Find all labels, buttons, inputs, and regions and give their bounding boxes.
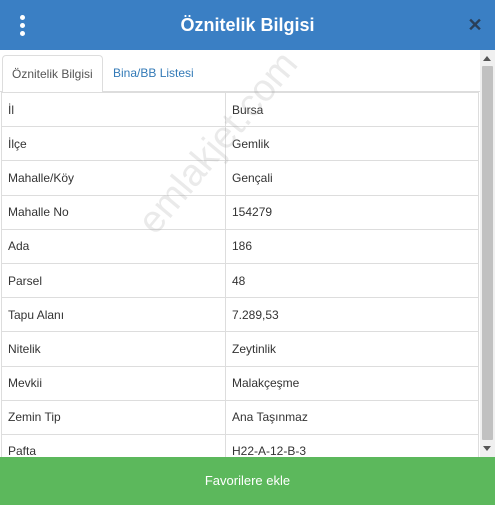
attribute-key: Parsel xyxy=(1,262,226,299)
attribute-value: Ana Taşınmaz xyxy=(225,399,479,435)
attribute-key: Nitelik xyxy=(1,331,226,367)
attribute-value: H22-A-12-B-3 xyxy=(225,433,479,457)
table-row: Ada 186 xyxy=(1,228,479,264)
attribute-key: Ada xyxy=(1,228,226,264)
vertical-dots-icon[interactable] xyxy=(10,12,34,38)
tab-bar: Öznitelik Bilgisi Bina/BB Listesi xyxy=(0,50,495,93)
scroll-down-icon[interactable] xyxy=(483,446,491,451)
table-row: Tapu Alanı 7.289,53 xyxy=(1,297,479,333)
menu-dot xyxy=(19,14,25,20)
attribute-key: Mevkii xyxy=(1,365,226,401)
attribute-value: Zeytinlik xyxy=(225,331,479,367)
menu-dot xyxy=(19,30,25,36)
tab-attribute-info[interactable]: Öznitelik Bilgisi xyxy=(2,55,103,93)
table-row: İl Bursa xyxy=(1,92,479,128)
table-row: Nitelik Zeytinlik xyxy=(1,331,479,367)
attribute-value: Gençali xyxy=(225,160,479,196)
table-row: Zemin Tip Ana Taşınmaz xyxy=(1,399,479,435)
attribute-value: Malakçeşme xyxy=(225,365,479,401)
attribute-key: Pafta xyxy=(1,433,226,457)
attribute-info-window: Öznitelik Bilgisi ✕ Öznitelik Bilgisi Bi… xyxy=(0,0,495,505)
tab-building-list[interactable]: Bina/BB Listesi xyxy=(104,55,203,93)
window-title: Öznitelik Bilgisi xyxy=(180,15,315,35)
attribute-key: Zemin Tip xyxy=(1,399,226,435)
table-row: Parsel 48 xyxy=(1,262,479,299)
table-row: Mevkii Malakçeşme xyxy=(1,365,479,401)
attribute-value: 154279 xyxy=(225,194,479,230)
table-row: Mahalle No 154279 xyxy=(1,194,479,230)
vertical-scrollbar[interactable] xyxy=(480,50,495,457)
table-row: Pafta H22-A-12-B-3 xyxy=(1,433,479,457)
attribute-value: Gemlik xyxy=(225,126,479,162)
menu-dot xyxy=(19,22,25,28)
attribute-panel: İl Bursa İlçe Gemlik Mahalle/Köy Gençali… xyxy=(0,92,495,457)
attribute-value: 48 xyxy=(225,262,479,299)
scroll-up-icon[interactable] xyxy=(483,56,491,61)
table-row: Mahalle/Köy Gençali xyxy=(1,160,479,196)
close-icon[interactable]: ✕ xyxy=(465,14,485,36)
attribute-key: İl xyxy=(1,92,226,128)
attribute-table: İl Bursa İlçe Gemlik Mahalle/Köy Gençali… xyxy=(1,92,479,457)
attribute-key: İlçe xyxy=(1,126,226,162)
attribute-key: Tapu Alanı xyxy=(1,297,226,333)
attribute-key: Mahalle No xyxy=(1,194,226,230)
attribute-value: 186 xyxy=(225,228,479,264)
attribute-value: 7.289,53 xyxy=(225,297,479,333)
title-bar: Öznitelik Bilgisi ✕ xyxy=(0,0,495,50)
add-to-favorites-button[interactable]: Favorilere ekle xyxy=(0,457,495,505)
attribute-value: Bursa xyxy=(225,92,479,128)
table-row: İlçe Gemlik xyxy=(1,126,479,162)
attribute-key: Mahalle/Köy xyxy=(1,160,226,196)
scroll-thumb[interactable] xyxy=(482,66,493,440)
